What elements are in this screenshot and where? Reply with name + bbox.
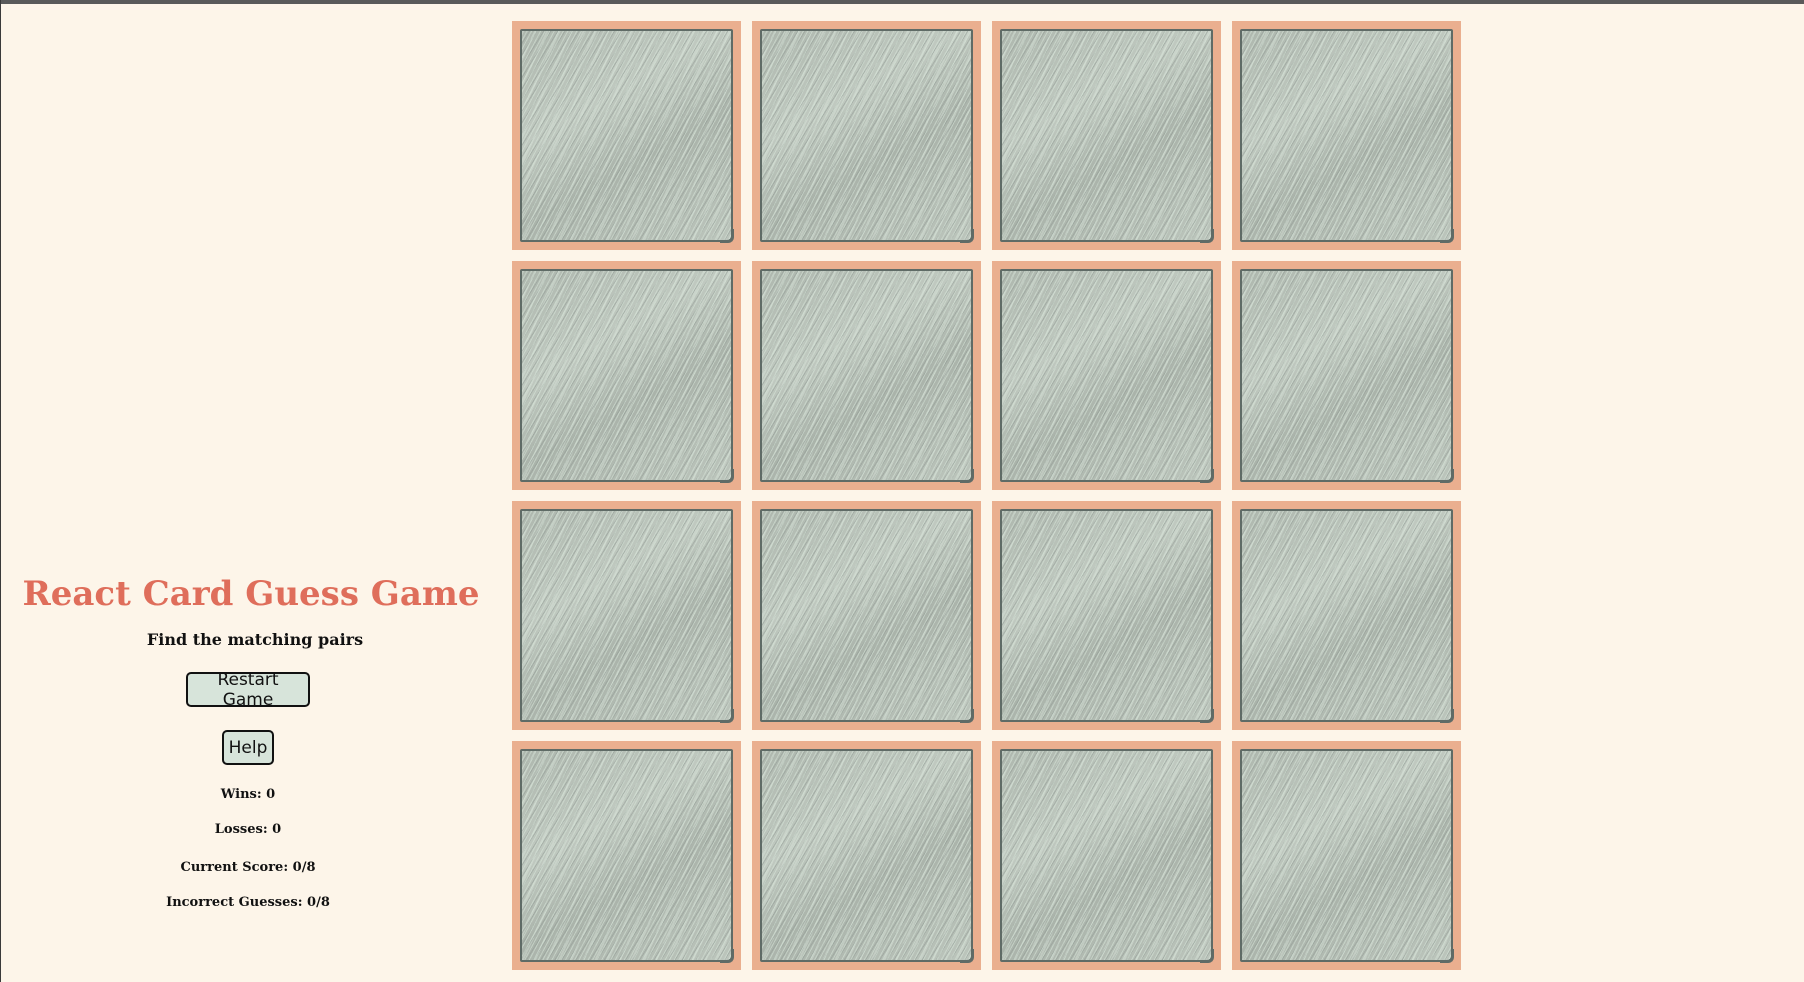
card[interactable] xyxy=(512,21,741,250)
help-button[interactable]: Help xyxy=(222,730,274,765)
card-back xyxy=(760,269,974,483)
card-back xyxy=(1240,749,1454,963)
card-back xyxy=(1000,509,1214,723)
restart-game-button[interactable]: Restart Game xyxy=(186,670,310,710)
card-back xyxy=(1000,29,1214,243)
card[interactable] xyxy=(752,21,981,250)
card[interactable] xyxy=(752,501,981,730)
card-back xyxy=(520,509,734,723)
card-back xyxy=(1240,509,1454,723)
card[interactable] xyxy=(1232,21,1461,250)
game-subtitle: Find the matching pairs xyxy=(146,630,364,649)
card-back xyxy=(1240,269,1454,483)
losses-stat: Losses: 0 xyxy=(214,822,282,837)
card[interactable] xyxy=(512,741,741,970)
card[interactable] xyxy=(992,741,1221,970)
sidebar: React Card Guess Game Find the matching … xyxy=(0,0,500,982)
card-back xyxy=(1240,29,1454,243)
card[interactable] xyxy=(1232,741,1461,970)
card[interactable] xyxy=(512,261,741,490)
card[interactable] xyxy=(992,501,1221,730)
game-title: React Card Guess Game xyxy=(22,574,480,614)
card-back xyxy=(1000,749,1214,963)
card[interactable] xyxy=(512,501,741,730)
card-back xyxy=(760,29,974,243)
card-back xyxy=(760,509,974,723)
card[interactable] xyxy=(1232,501,1461,730)
card[interactable] xyxy=(992,261,1221,490)
card-board xyxy=(512,21,1462,973)
card-back xyxy=(1000,269,1214,483)
card[interactable] xyxy=(1232,261,1461,490)
card-back xyxy=(520,749,734,963)
card[interactable] xyxy=(752,741,981,970)
wins-stat: Wins: 0 xyxy=(220,787,276,802)
incorrect-guesses-stat: Incorrect Guesses: 0/8 xyxy=(166,895,330,910)
card-back xyxy=(520,29,734,243)
card[interactable] xyxy=(752,261,981,490)
current-score-stat: Current Score: 0/8 xyxy=(180,860,316,875)
card-back xyxy=(520,269,734,483)
card-back xyxy=(760,749,974,963)
card[interactable] xyxy=(992,21,1221,250)
